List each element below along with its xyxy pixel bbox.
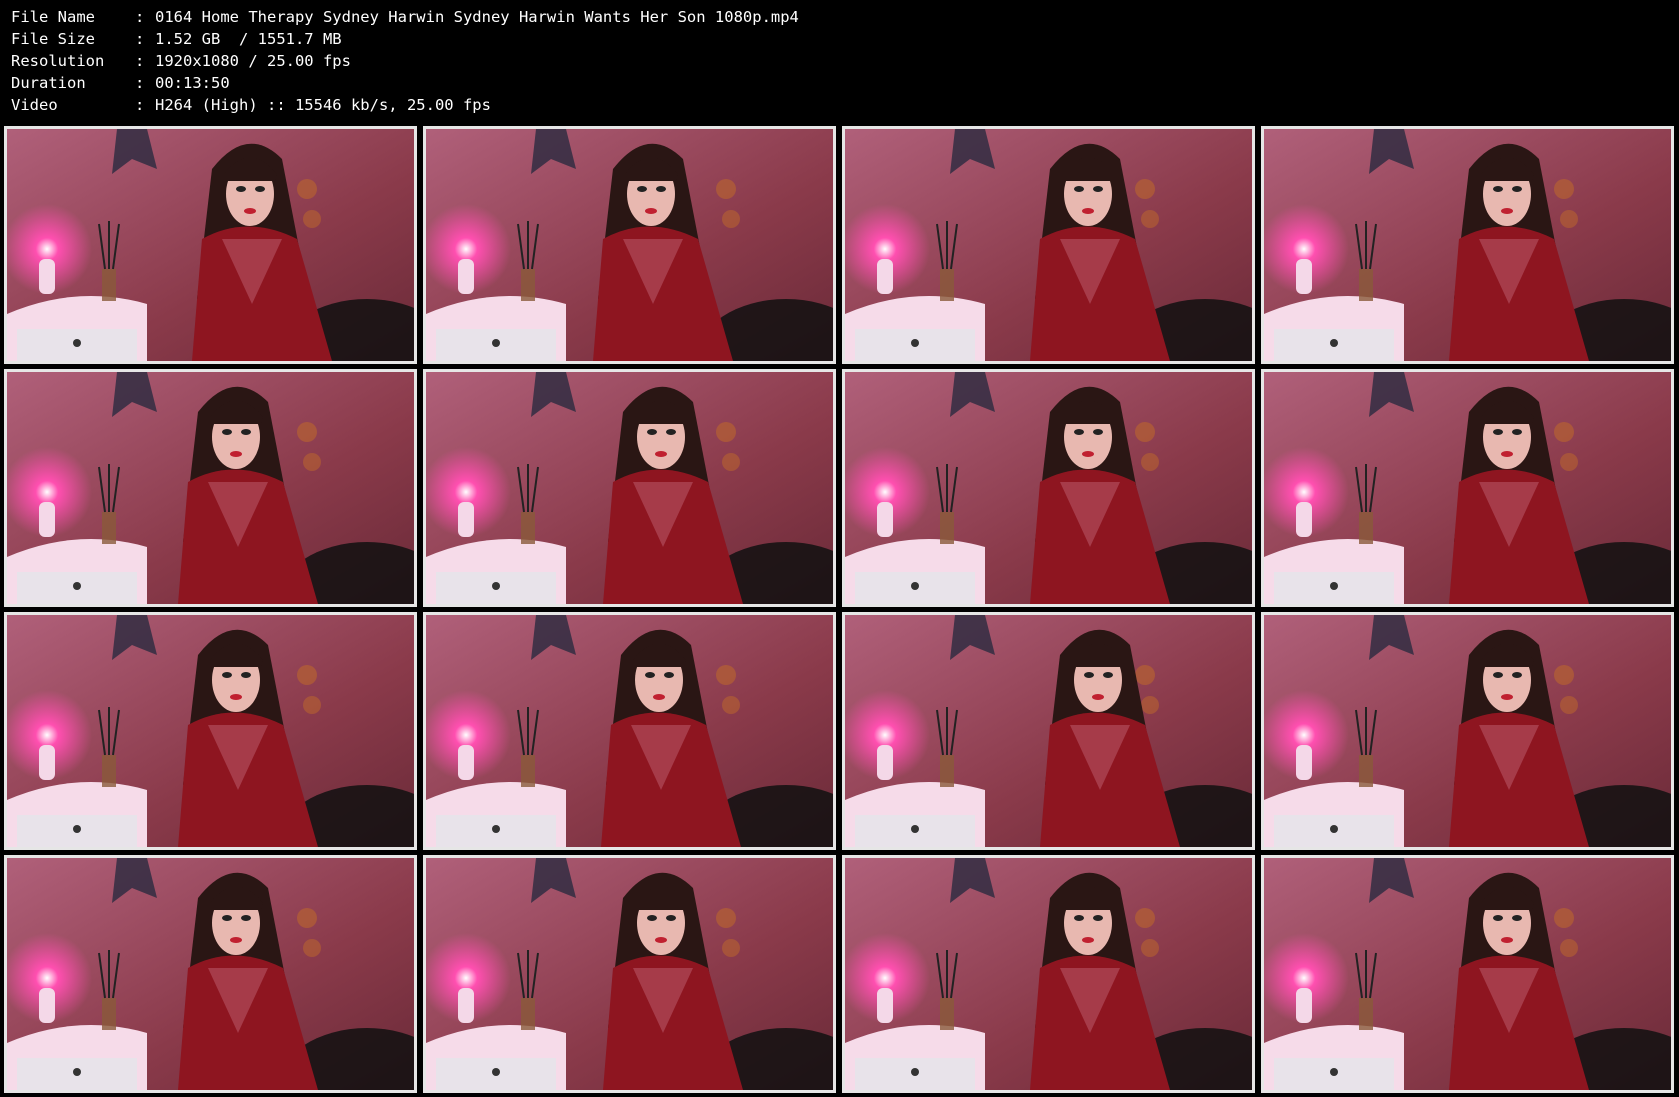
video-frame-thumbnail bbox=[842, 612, 1255, 850]
video-separator: : bbox=[135, 96, 145, 114]
frame-image bbox=[7, 372, 414, 604]
frame-image bbox=[426, 129, 833, 361]
video-frame-thumbnail bbox=[4, 369, 417, 607]
frame-image bbox=[7, 129, 414, 361]
file-size-value: 1.52 GB / 1551.7 MB bbox=[155, 30, 342, 48]
video-frame-thumbnail bbox=[1261, 855, 1674, 1093]
duration-separator: : bbox=[135, 74, 145, 92]
file-size-separator: : bbox=[135, 30, 145, 48]
file-info-panel: File Name : 0164 Home Therapy Sydney Har… bbox=[11, 6, 799, 116]
video-frame-thumbnail bbox=[423, 612, 836, 850]
resolution-label: Resolution bbox=[11, 52, 105, 70]
video-frame-thumbnail bbox=[1261, 369, 1674, 607]
duration-label: Duration bbox=[11, 74, 86, 92]
frame-image bbox=[1264, 372, 1671, 604]
frame-image bbox=[426, 372, 833, 604]
video-label: Video bbox=[11, 96, 58, 114]
frame-image bbox=[7, 615, 414, 847]
video-frame-thumbnail bbox=[423, 126, 836, 364]
frame-image bbox=[1264, 615, 1671, 847]
video-frame-thumbnail bbox=[423, 855, 836, 1093]
duration-row: Duration : 00:13:50 bbox=[11, 72, 799, 94]
video-frame-thumbnail bbox=[4, 855, 417, 1093]
thumbnail-grid bbox=[4, 126, 1676, 1094]
video-frame-thumbnail bbox=[4, 612, 417, 850]
frame-image bbox=[845, 615, 1252, 847]
video-frame-thumbnail bbox=[842, 855, 1255, 1093]
frame-image bbox=[1264, 858, 1671, 1090]
file-name-value: 0164 Home Therapy Sydney Harwin Sydney H… bbox=[155, 8, 799, 26]
file-size-row: File Size : 1.52 GB / 1551.7 MB bbox=[11, 28, 799, 50]
video-frame-thumbnail bbox=[1261, 126, 1674, 364]
video-frame-thumbnail bbox=[842, 126, 1255, 364]
file-name-row: File Name : 0164 Home Therapy Sydney Har… bbox=[11, 6, 799, 28]
frame-image bbox=[7, 858, 414, 1090]
frame-image bbox=[426, 615, 833, 847]
frame-image bbox=[1264, 129, 1671, 361]
file-name-separator: : bbox=[135, 8, 145, 26]
video-frame-thumbnail bbox=[423, 369, 836, 607]
file-name-label: File Name bbox=[11, 8, 95, 26]
frame-image bbox=[845, 372, 1252, 604]
video-frame-thumbnail bbox=[4, 126, 417, 364]
video-row: Video : H264 (High) :: 15546 kb/s, 25.00… bbox=[11, 94, 799, 116]
resolution-row: Resolution : 1920x1080 / 25.00 fps bbox=[11, 50, 799, 72]
file-size-label: File Size bbox=[11, 30, 95, 48]
duration-value: 00:13:50 bbox=[155, 74, 230, 92]
frame-image bbox=[845, 858, 1252, 1090]
frame-image bbox=[845, 129, 1252, 361]
video-frame-thumbnail bbox=[842, 369, 1255, 607]
resolution-value: 1920x1080 / 25.00 fps bbox=[155, 52, 351, 70]
video-frame-thumbnail bbox=[1261, 612, 1674, 850]
resolution-separator: : bbox=[135, 52, 145, 70]
video-value: H264 (High) :: 15546 kb/s, 25.00 fps bbox=[155, 96, 491, 114]
frame-image bbox=[426, 858, 833, 1090]
